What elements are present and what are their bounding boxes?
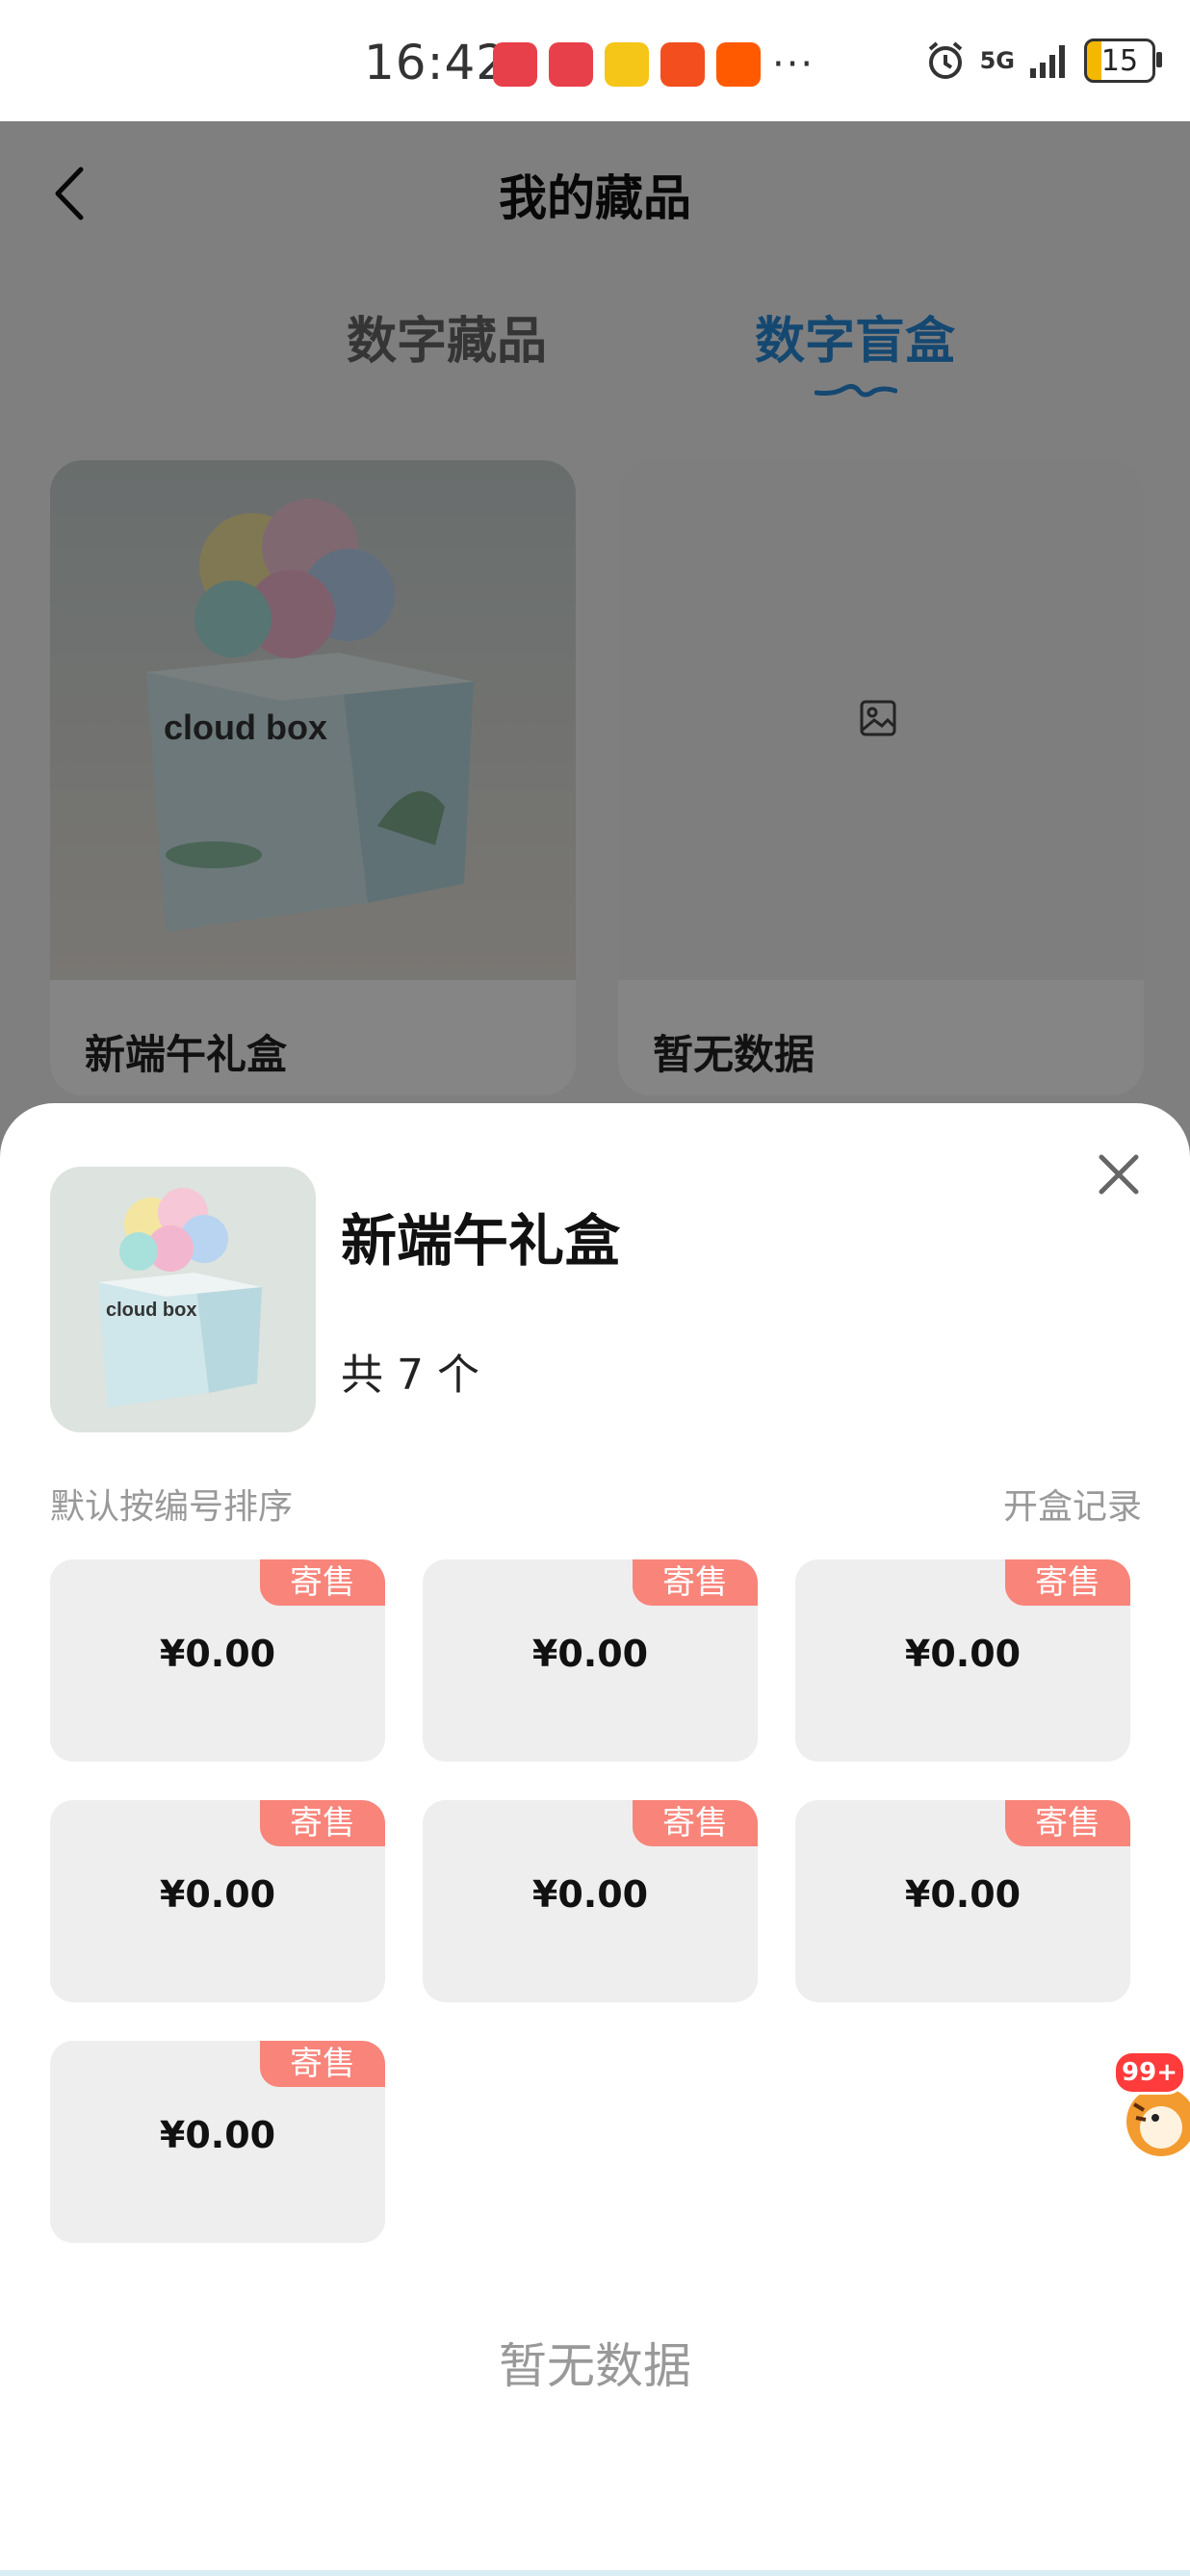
consign-tag: 寄售 xyxy=(260,1800,385,1846)
sort-option[interactable]: 默认按编号排序 xyxy=(50,1479,293,1529)
status-bar: 16:42 ··· 5G 15 xyxy=(0,0,1190,121)
network-label: 5G xyxy=(979,47,1015,74)
blind-box-thumbnail: cloud box xyxy=(50,1167,316,1432)
blind-box-item[interactable]: 寄售 ¥0.00 xyxy=(50,2041,385,2243)
item-price: ¥0.00 xyxy=(531,1873,649,1916)
item-count: 共 7 个 xyxy=(341,1351,479,1400)
sheet-title: 新端午礼盒 xyxy=(341,1208,621,1274)
consign-tag: 寄售 xyxy=(260,2041,385,2087)
close-icon[interactable] xyxy=(1096,1151,1142,1198)
empty-state-text: 暂无数据 xyxy=(499,2338,691,2394)
blind-box-item[interactable]: 寄售 ¥0.00 xyxy=(50,1800,385,2002)
taobao-icon xyxy=(716,42,761,87)
blind-box-item[interactable]: 寄售 ¥0.00 xyxy=(795,1800,1130,2002)
blind-box-item[interactable]: 寄售 ¥0.00 xyxy=(795,1559,1130,1762)
more-notifications-icon: ··· xyxy=(772,42,815,87)
huawei-store-icon xyxy=(493,42,537,87)
open-record-link[interactable]: 开盒记录 xyxy=(1003,1479,1142,1529)
bottom-edge xyxy=(0,2570,1190,2576)
consign-tag: 寄售 xyxy=(260,1559,385,1606)
battery-icon: 15 xyxy=(1084,39,1162,83)
alarm-icon xyxy=(928,41,962,79)
item-price: ¥0.00 xyxy=(159,1873,276,1916)
blind-box-item[interactable]: 寄售 ¥0.00 xyxy=(50,1559,385,1762)
item-price: ¥0.00 xyxy=(904,1873,1022,1916)
huawei-store-icon xyxy=(549,42,593,87)
blind-box-item[interactable]: 寄售 ¥0.00 xyxy=(423,1800,758,2002)
item-price: ¥0.00 xyxy=(159,1633,276,1675)
app-alert-icon xyxy=(660,42,705,87)
item-price: ¥0.00 xyxy=(904,1633,1022,1675)
thumbnail-text: cloud box xyxy=(106,1300,196,1321)
weibo-icon xyxy=(605,42,649,87)
cloud-box-image: cloud box xyxy=(50,1167,316,1432)
blind-box-detail-sheet: cloud box 新端午礼盒 共 7 个 默认按编号排序 开盒记录 寄售 ¥0… xyxy=(0,1103,1190,2576)
consign-tag: 寄售 xyxy=(1005,1559,1130,1606)
blind-box-item[interactable]: 寄售 ¥0.00 xyxy=(423,1559,758,1762)
notification-badge: 99+ xyxy=(1113,2050,1186,2095)
consign-tag: 寄售 xyxy=(633,1559,758,1606)
item-price: ¥0.00 xyxy=(159,2114,276,2156)
consign-tag: 寄售 xyxy=(1005,1800,1130,1846)
battery-level: 15 xyxy=(1100,43,1139,78)
consign-tag: 寄售 xyxy=(633,1800,758,1846)
signal-icon xyxy=(1030,45,1065,78)
status-time: 16:42 xyxy=(364,35,508,90)
item-price: ¥0.00 xyxy=(531,1633,649,1675)
